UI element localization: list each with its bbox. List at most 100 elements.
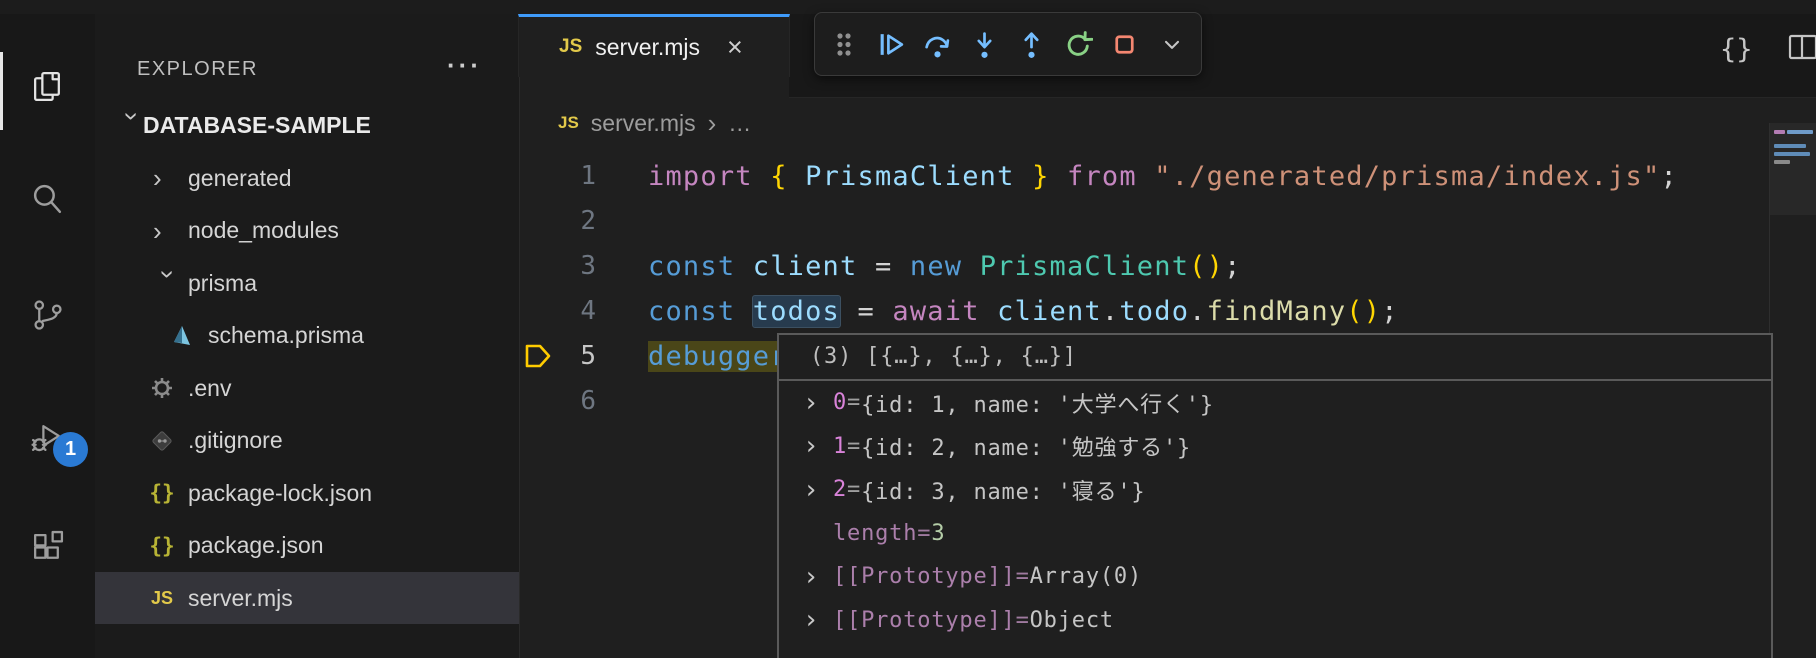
popup-variable-row[interactable]: ›[[Prototype]] = Array(0) <box>779 555 1771 599</box>
source-control-icon[interactable] <box>30 297 65 332</box>
popup-variable-row[interactable]: ›0 = {id: 1, name: '大学へ行く'} <box>779 381 1771 425</box>
toggle-breakpoints-icon[interactable]: {} <box>1720 34 1753 65</box>
extensions-icon[interactable] <box>30 530 65 565</box>
minimap-line-mark <box>1774 152 1810 156</box>
tree-item-label: server.mjs <box>188 585 293 612</box>
dropdown-chevron-button[interactable] <box>1156 24 1187 64</box>
debug-stackframe-icon[interactable] <box>523 342 553 375</box>
chevron-down-icon: › <box>156 270 182 296</box>
token-pl: . <box>1102 296 1119 327</box>
chevron-right-icon[interactable]: › <box>803 388 833 418</box>
js-file-icon: JS <box>145 588 179 609</box>
popup-eqp: = <box>1016 564 1030 589</box>
explorer-icon[interactable] <box>30 69 65 104</box>
popup-eq: = <box>847 477 861 502</box>
tree-item-generated[interactable]: ›generated <box>95 152 519 204</box>
popup-variable-row[interactable]: ›[[Prototype]] = Object <box>779 599 1771 643</box>
debug-session-badge: 1 <box>53 432 88 467</box>
chevron-right-icon[interactable]: › <box>803 475 833 505</box>
js-file-icon: JS <box>559 36 582 58</box>
tree-item-label: package-lock.json <box>188 480 372 507</box>
token-pl: ; <box>1381 296 1398 327</box>
tree-item-package-json[interactable]: {}package.json <box>95 520 519 572</box>
breadcrumb-file[interactable]: server.mjs <box>591 110 696 137</box>
popup-eq: = <box>847 390 861 415</box>
split-editor-icon[interactable] <box>1787 32 1816 67</box>
popup-idx: 2 <box>833 477 847 502</box>
token-pl: = <box>875 251 910 282</box>
token-kw: await <box>892 296 997 327</box>
prisma-file-icon <box>165 324 199 348</box>
tree-root-database-sample[interactable]: › DATABASE-SAMPLE <box>95 99 519 151</box>
code-line-3[interactable]: const client = new PrismaClient(); <box>648 244 1769 289</box>
tree-item--gitignore[interactable]: .gitignore <box>95 415 519 467</box>
line-number-3[interactable]: 3 <box>519 244 596 289</box>
popup-variable-row[interactable]: ›2 = {id: 3, name: '寝る'} <box>779 468 1771 512</box>
token-kwb: new <box>910 251 980 282</box>
popup-name: [[Prototype]] <box>833 608 1016 633</box>
breadcrumb[interactable]: JS server.mjs › … <box>558 103 751 143</box>
minimap[interactable] <box>1769 123 1816 658</box>
token-pl: . <box>1189 296 1206 327</box>
stop-button[interactable] <box>1110 24 1141 64</box>
line-number-6[interactable]: 6 <box>519 379 596 424</box>
chevron-down-icon: › <box>120 112 146 138</box>
tree-root-label: DATABASE-SAMPLE <box>143 112 371 139</box>
tree-item--env[interactable]: .env <box>95 362 519 414</box>
step-over-button[interactable] <box>923 24 954 64</box>
token-str: "./generated/prisma/index.js" <box>1154 161 1660 192</box>
popup-eqp: = <box>917 521 931 546</box>
token-kwb: const <box>648 296 753 327</box>
line-number-4[interactable]: 4 <box>519 289 596 334</box>
more-actions-icon[interactable]: ··· <box>447 50 482 81</box>
tree-item-label: generated <box>188 165 292 192</box>
continue-button[interactable] <box>876 24 907 64</box>
js-file-icon: JS <box>558 113 579 133</box>
token-y: () <box>1189 251 1224 282</box>
chevron-right-icon[interactable]: › <box>803 431 833 461</box>
tab-server-mjs[interactable]: JS server.mjs × <box>518 14 790 77</box>
breadcrumb-symbol[interactable]: … <box>728 110 751 137</box>
step-into-button[interactable] <box>969 24 1000 64</box>
minimap-slider[interactable] <box>1770 123 1816 215</box>
chevron-right-icon[interactable]: › <box>803 605 833 635</box>
search-icon[interactable] <box>30 182 65 217</box>
tree-item-label: schema.prisma <box>208 322 364 349</box>
tree-item-package-lock-json[interactable]: {}package-lock.json <box>95 467 519 519</box>
minimap-line-mark <box>1774 144 1806 148</box>
token-var: todo <box>1119 296 1189 327</box>
chevron-right-icon[interactable]: › <box>803 562 833 592</box>
token-y: } <box>1032 161 1049 192</box>
popup-name: [[Prototype]] <box>833 564 1016 589</box>
tree-item-schema-prisma[interactable]: schema.prisma <box>95 310 519 362</box>
json-file-icon: {} <box>145 534 179 558</box>
close-icon[interactable]: × <box>727 34 743 61</box>
debug-toolbar <box>814 12 1202 76</box>
restart-button[interactable] <box>1063 24 1094 64</box>
chevron-right-icon: › <box>708 108 717 139</box>
minimap-line-mark <box>1774 160 1790 164</box>
code-line-2[interactable] <box>648 199 1769 244</box>
popup-name: length <box>833 521 917 546</box>
token-kwb: const <box>648 251 753 282</box>
tree-item-prisma[interactable]: ›prisma <box>95 257 519 309</box>
minimap-line-mark <box>1787 130 1813 134</box>
popup-val: {id: 3, name: '寝る'} <box>861 474 1145 506</box>
drag-handle[interactable] <box>829 24 860 64</box>
tree-item-node-modules[interactable]: ›node_modules <box>95 205 519 257</box>
token-pl: ; <box>1224 251 1241 282</box>
popup-variable-row[interactable]: ›1 = {id: 2, name: '勉強する'} <box>779 425 1771 469</box>
tree-item-label: prisma <box>188 270 257 297</box>
token-typ: PrismaClient <box>980 251 1189 282</box>
popup-variable-row[interactable]: length = 3 <box>779 512 1771 556</box>
explorer-sidebar: EXPLORER ··· › DATABASE-SAMPLE ›generate… <box>95 14 520 658</box>
token-var: client <box>753 251 875 282</box>
popup-eqp: = <box>1016 608 1030 633</box>
code-line-4[interactable]: const todos = await client.todo.findMany… <box>648 289 1769 334</box>
tree-item-server-mjs[interactable]: JS server.mjs <box>95 572 519 624</box>
token-kw: import <box>648 161 770 192</box>
code-line-1[interactable]: import { PrismaClient } from "./generate… <box>648 154 1769 199</box>
line-number-2[interactable]: 2 <box>519 199 596 244</box>
step-out-button[interactable] <box>1016 24 1047 64</box>
line-number-1[interactable]: 1 <box>519 154 596 199</box>
